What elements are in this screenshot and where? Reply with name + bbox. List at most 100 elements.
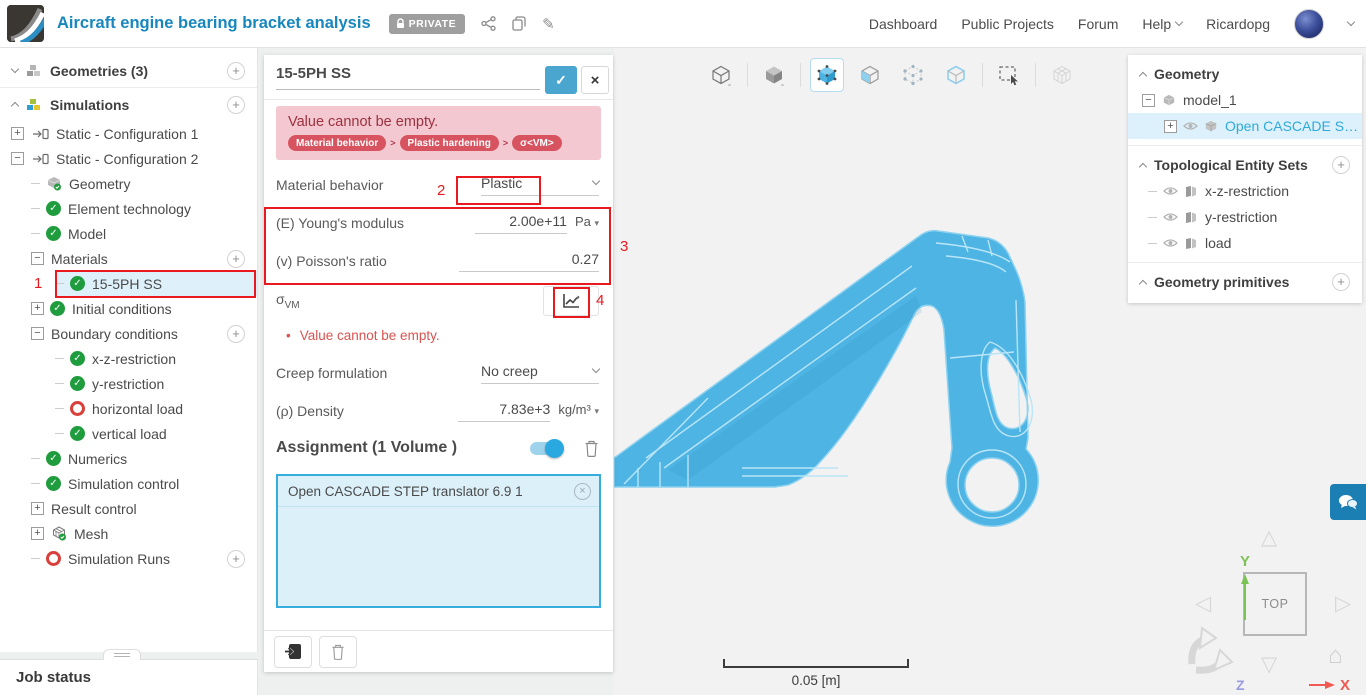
sidebar-item-initial-conditions[interactable]: + ✓ Initial conditions <box>0 296 257 321</box>
expand-icon[interactable]: + <box>31 302 44 315</box>
avatar[interactable] <box>1294 8 1324 39</box>
sidebar-item-y-restriction[interactable]: ✓ y-restriction <box>0 371 257 396</box>
add-geometry-button[interactable]: + <box>227 61 245 80</box>
chevron-up-icon[interactable] <box>1138 162 1148 171</box>
sidebar-item-numerics[interactable]: ✓ Numerics <box>0 446 257 471</box>
add-material-button[interactable]: + <box>227 249 245 268</box>
expand-icon[interactable]: + <box>11 127 24 140</box>
clear-assignment-trash-icon[interactable] <box>584 440 599 457</box>
unit-select[interactable]: Pa ▾ <box>575 214 599 229</box>
sidebar-item-label: Geometries (3) <box>50 62 149 79</box>
expand-icon[interactable]: + <box>31 502 44 515</box>
add-geometry-primitive-button[interactable]: + <box>1332 273 1350 291</box>
density-input[interactable]: 7.83e+3 <box>458 401 551 422</box>
sidebar-item-simulation-control[interactable]: ✓ Simulation control <box>0 471 257 496</box>
home-view-icon[interactable]: ⌂ <box>1328 644 1343 668</box>
pick-from-viewer-button[interactable] <box>274 635 312 668</box>
rotate-left-arrow[interactable]: ◁ <box>1195 593 1211 614</box>
rotate-right-arrow[interactable]: ▷ <box>1335 593 1351 614</box>
creep-formulation-row: Creep formulation No creep <box>264 354 613 392</box>
material-name-input[interactable]: 15-5PH SS <box>276 65 540 90</box>
add-simulation-run-button[interactable]: + <box>227 549 245 568</box>
roll-rotate-arrows[interactable] <box>1182 626 1234 676</box>
panel-drag-handle[interactable] <box>103 649 141 660</box>
nav-username[interactable]: Ricardopg <box>1206 16 1270 32</box>
youngs-modulus-input[interactable]: 2.00e+11 <box>474 213 567 234</box>
chevron-up-icon[interactable] <box>1138 71 1148 80</box>
scene-item-model-1[interactable]: − model_1 <box>1128 87 1362 113</box>
creep-formulation-select[interactable]: No creep <box>481 363 601 384</box>
sidebar-item-horizontal-load[interactable]: horizontal load <box>0 396 257 421</box>
nav-help[interactable]: Help <box>1142 16 1184 32</box>
chevron-up-icon[interactable] <box>10 101 20 111</box>
sidebar-item-model[interactable]: ✓ Model <box>0 221 257 246</box>
scene-geometry-primitives-header[interactable]: Geometry primitives + <box>1128 269 1362 295</box>
sigma-vm-label: σVM <box>276 291 300 311</box>
sidebar-item-simulations[interactable]: Simulations + <box>0 92 257 117</box>
table-input-chart-button[interactable] <box>543 286 599 316</box>
sidebar-item-boundary-conditions[interactable]: − Boundary conditions + <box>0 321 257 346</box>
visibility-eye-icon[interactable] <box>1163 238 1178 248</box>
sidebar-item-result-control[interactable]: + Result control <box>0 496 257 521</box>
nav-forum[interactable]: Forum <box>1078 16 1118 32</box>
job-status-panel[interactable]: Job status <box>0 649 258 695</box>
rotate-up-arrow[interactable]: △ <box>1261 527 1277 548</box>
nav-public-projects[interactable]: Public Projects <box>961 16 1054 32</box>
share-icon[interactable] <box>481 16 496 31</box>
privacy-badge[interactable]: PRIVATE <box>388 13 466 34</box>
alert-crumb[interactable]: σ<VM> <box>512 135 562 151</box>
rename-pencil-icon[interactable]: ✎ <box>542 15 555 33</box>
scene-item-open-cascade[interactable]: + Open CASCADE STE... <box>1128 113 1362 139</box>
nav-dashboard[interactable]: Dashboard <box>869 16 938 32</box>
visibility-eye-icon[interactable] <box>1163 212 1178 222</box>
visibility-eye-icon[interactable] <box>1163 186 1178 196</box>
chevron-down-icon[interactable] <box>10 64 20 74</box>
app-logo-icon[interactable] <box>7 5 44 42</box>
rotate-down-arrow[interactable]: ▽ <box>1261 654 1277 675</box>
orientation-cube[interactable]: TOP <box>1243 572 1307 636</box>
sidebar-item-x-z-restriction[interactable]: ✓ x-z-restriction <box>0 346 257 371</box>
remove-assignment-icon[interactable]: × <box>574 482 591 500</box>
assignment-selection-box[interactable]: Open CASCADE STEP translator 6.9 1 × <box>276 474 601 608</box>
sidebar-item-materials[interactable]: − Materials + <box>0 246 257 271</box>
add-boundary-condition-button[interactable]: + <box>227 324 245 343</box>
panel-footer <box>264 630 613 672</box>
add-entity-set-button[interactable]: + <box>1332 156 1350 174</box>
scene-item-load[interactable]: load <box>1128 230 1362 256</box>
scene-item-y-restriction[interactable]: y-restriction <box>1128 204 1362 230</box>
sidebar-item-simulation-runs[interactable]: Simulation Runs + <box>0 546 257 571</box>
visibility-eye-icon[interactable] <box>1183 121 1198 131</box>
poisson-ratio-input[interactable]: 0.27 <box>459 251 599 272</box>
sidebar-item-material-15-5ph-ss[interactable]: ✓ 15-5PH SS <box>0 271 257 296</box>
close-button[interactable]: × <box>581 66 609 94</box>
alert-crumb[interactable]: Plastic hardening <box>399 135 499 151</box>
collapse-icon[interactable]: − <box>1142 93 1155 107</box>
apply-button[interactable]: ✓ <box>545 66 577 94</box>
check-status-icon: ✓ <box>70 426 85 441</box>
collapse-icon[interactable]: − <box>31 252 44 265</box>
chevron-up-icon[interactable] <box>1138 279 1148 288</box>
sidebar-item-mesh[interactable]: + Mesh <box>0 521 257 546</box>
expand-icon[interactable]: + <box>31 527 44 540</box>
account-chevron-down-icon[interactable] <box>1346 17 1356 27</box>
support-chat-button[interactable] <box>1330 484 1366 520</box>
alert-crumb[interactable]: Material behavior <box>288 135 387 151</box>
copy-icon[interactable] <box>512 16 526 31</box>
scene-geometry-header[interactable]: Geometry <box>1128 61 1362 87</box>
add-simulation-button[interactable]: + <box>227 95 245 114</box>
material-behavior-select[interactable]: Plastic <box>481 175 601 196</box>
sidebar-item-static-configuration-1[interactable]: + Static - Configuration 1 <box>0 121 257 146</box>
sidebar-item-geometry[interactable]: Geometry <box>0 171 257 196</box>
assignment-toggle[interactable] <box>530 438 564 458</box>
unit-select[interactable]: kg/m³ ▾ <box>558 402 599 417</box>
sidebar-item-vertical-load[interactable]: ✓ vertical load <box>0 421 257 446</box>
clear-selection-button[interactable] <box>319 635 357 668</box>
sidebar-item-static-configuration-2[interactable]: − Static - Configuration 2 <box>0 146 257 171</box>
collapse-icon[interactable]: − <box>31 327 44 340</box>
expand-icon[interactable]: + <box>1164 119 1177 133</box>
collapse-icon[interactable]: − <box>11 152 24 165</box>
sidebar-item-element-technology[interactable]: ✓ Element technology <box>0 196 257 221</box>
scene-item-x-z-restriction[interactable]: x-z-restriction <box>1128 178 1362 204</box>
sidebar-item-geometries[interactable]: Geometries (3) + <box>0 58 257 83</box>
scene-topological-sets-header[interactable]: Topological Entity Sets + <box>1128 152 1362 178</box>
